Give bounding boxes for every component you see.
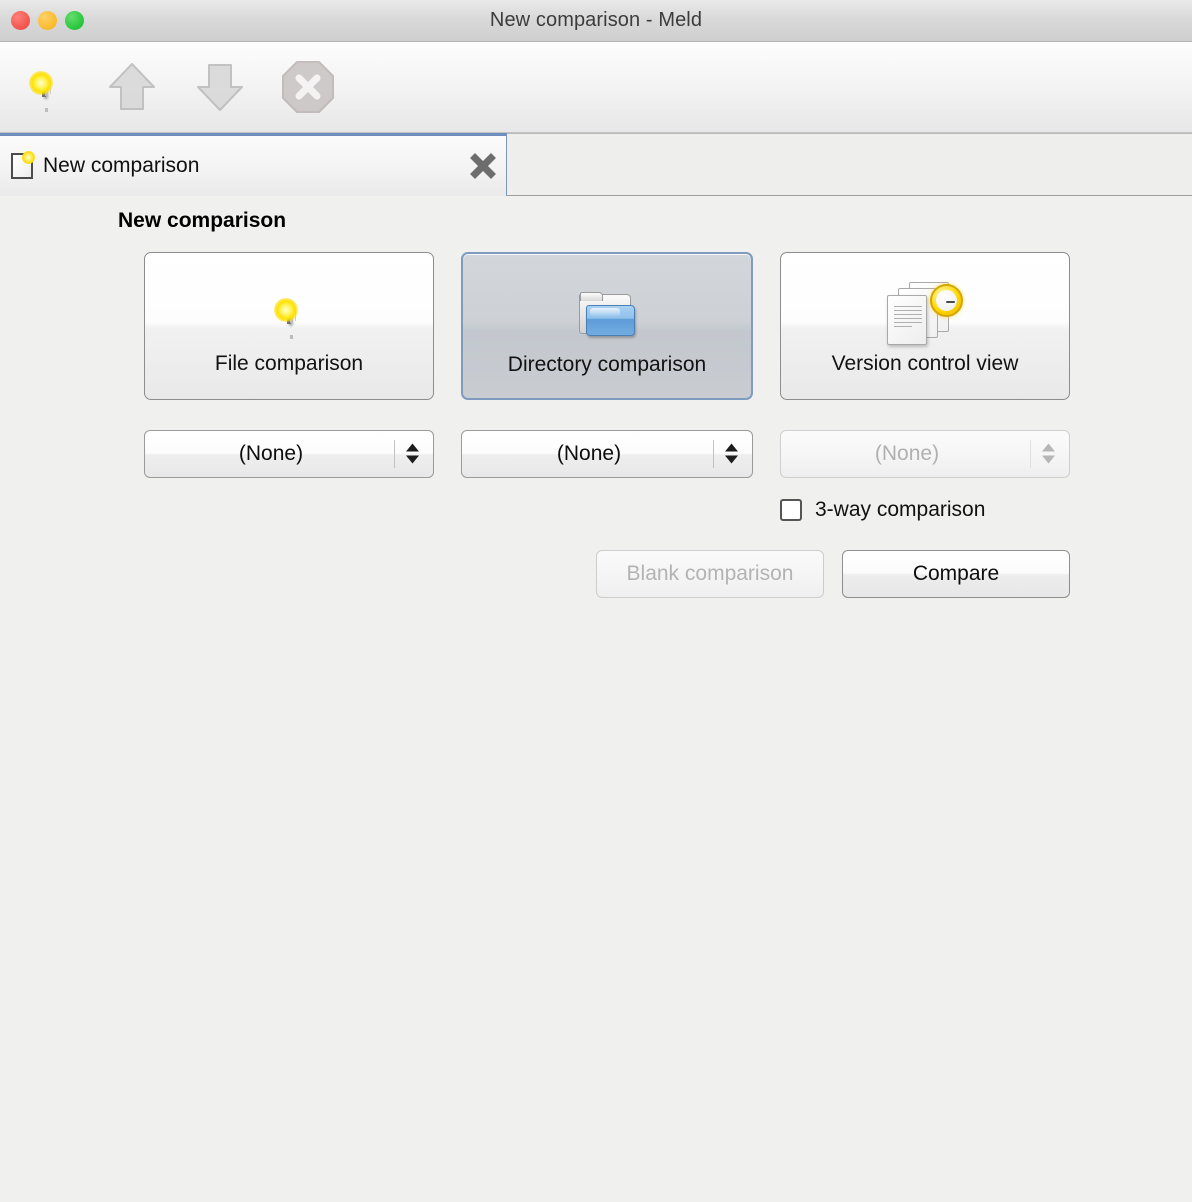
content-area: New comparison File comparison Directory…	[0, 196, 1192, 1201]
stop-button[interactable]	[280, 58, 336, 116]
arrow-up-icon	[109, 63, 155, 110]
action-button-row: Blank comparison Compare	[144, 550, 1070, 598]
path-selector-row: (None) (None) (None)	[144, 430, 1070, 478]
new-comparison-pane: New comparison File comparison Directory…	[118, 196, 1070, 598]
new-comparison-icon	[29, 71, 53, 112]
three-way-comparison-checkbox[interactable]: 3-way comparison	[780, 498, 1070, 522]
path-combo-2-value: (None)	[556, 442, 622, 465]
arrow-down-icon	[197, 64, 243, 111]
path-combo-3-value: (None)	[874, 442, 940, 465]
document-icon	[11, 151, 35, 179]
chevron-updown-icon	[724, 443, 739, 465]
close-icon	[470, 153, 496, 179]
blank-comparison-button[interactable]: Blank comparison	[596, 550, 824, 598]
go-next-button[interactable]	[192, 58, 248, 116]
tab-label: New comparison	[43, 154, 200, 177]
close-window-button[interactable]	[11, 11, 30, 30]
checkbox-box[interactable]	[780, 499, 802, 521]
go-previous-button[interactable]	[104, 58, 160, 116]
window-titlebar: New comparison - Meld	[0, 0, 1192, 42]
maximize-window-button[interactable]	[65, 11, 84, 30]
tab-close-button[interactable]	[460, 151, 506, 181]
path-combo-1[interactable]: (None)	[144, 430, 434, 478]
path-combo-2[interactable]: (None)	[461, 430, 753, 478]
tab-strip-empty-area	[507, 133, 1192, 196]
file-comparison-button[interactable]: File comparison	[144, 252, 434, 400]
main-toolbar	[0, 42, 1192, 133]
minimize-window-button[interactable]	[38, 11, 57, 30]
tab-new-comparison[interactable]: New comparison	[0, 133, 507, 196]
tab-strip: New comparison	[0, 133, 1192, 196]
chevron-updown-icon	[1041, 443, 1056, 465]
new-comparison-button[interactable]	[16, 58, 72, 116]
window-title: New comparison - Meld	[489, 9, 703, 31]
file-comparison-label: File comparison	[214, 352, 364, 375]
chevron-updown-icon	[405, 443, 420, 465]
version-control-button[interactable]: Version control view	[780, 252, 1070, 400]
version-control-icon	[887, 282, 963, 346]
directory-comparison-button[interactable]: Directory comparison	[461, 252, 753, 400]
stop-icon	[282, 61, 334, 113]
comparison-type-row: File comparison Directory comparison Ver…	[144, 252, 1070, 400]
compare-button[interactable]: Compare	[842, 550, 1070, 598]
document-icon	[274, 298, 298, 339]
three-way-comparison-label: 3-way comparison	[815, 498, 986, 521]
page-title: New comparison	[118, 209, 287, 232]
three-way-row: 3-way comparison	[144, 498, 1070, 522]
folder-icon	[579, 292, 635, 338]
path-combo-1-value: (None)	[238, 442, 304, 465]
traffic-lights	[11, 0, 84, 41]
directory-comparison-label: Directory comparison	[507, 353, 707, 376]
version-control-label: Version control view	[831, 352, 1019, 375]
path-combo-3[interactable]: (None)	[780, 430, 1070, 478]
